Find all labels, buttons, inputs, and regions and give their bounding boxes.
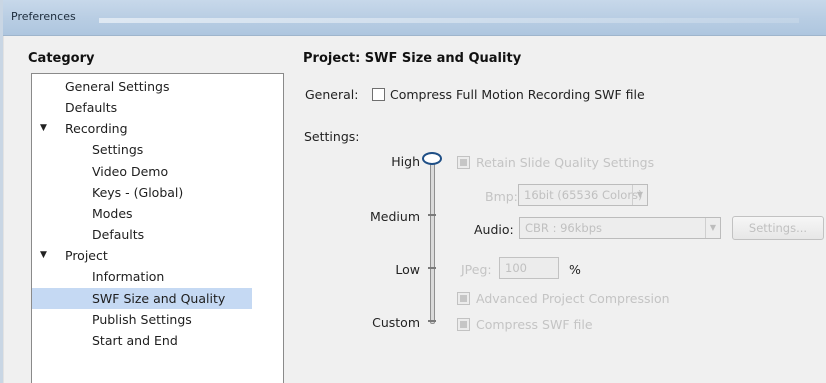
dropdown-arrow-icon: ▼	[705, 218, 720, 238]
quality-level-low: Low	[395, 262, 420, 277]
compress-full-motion-checkbox[interactable]	[372, 88, 385, 101]
panel-title: Project: SWF Size and Quality	[303, 51, 522, 66]
jpeg-label: JPeg:	[461, 262, 492, 277]
slider-tick-low	[428, 267, 436, 269]
window-title: Preferences	[11, 10, 76, 23]
advanced-compression-checkbox[interactable]	[457, 292, 470, 305]
quality-level-medium: Medium	[370, 209, 420, 224]
category-tree[interactable]: General Settings Defaults ▼ Recording Se…	[31, 73, 284, 383]
jpeg-quality-field[interactable]: 100	[499, 257, 559, 279]
tree-item-recording[interactable]: ▼ Recording	[32, 118, 283, 139]
title-bar[interactable]: Preferences	[3, 0, 826, 36]
quality-level-custom: Custom	[372, 315, 420, 330]
audio-settings-button[interactable]: Settings...	[732, 216, 824, 240]
tree-item-video-demo[interactable]: Video Demo	[92, 161, 168, 182]
tree-item-recording-settings[interactable]: Settings	[92, 139, 143, 160]
retain-slide-quality-checkbox[interactable]	[457, 156, 470, 169]
category-heading: Category	[28, 51, 95, 66]
tree-item-information[interactable]: Information	[92, 266, 164, 287]
retain-slide-quality-label: Retain Slide Quality Settings	[476, 155, 655, 170]
quality-slider-handle[interactable]	[422, 152, 442, 165]
general-label: General:	[305, 87, 359, 102]
tree-item-modes[interactable]: Modes	[92, 203, 133, 224]
tree-item-defaults[interactable]: Defaults	[65, 97, 117, 118]
dialog-content: Category General Settings Defaults ▼ Rec…	[3, 36, 826, 383]
quality-slider-track[interactable]	[430, 160, 435, 324]
advanced-compression-label: Advanced Project Compression	[476, 291, 670, 306]
tree-item-swf-size-and-quality[interactable]: SWF Size and Quality	[32, 288, 252, 309]
dropdown-arrow-icon: ▼	[632, 185, 647, 205]
tree-item-recording-defaults[interactable]: Defaults	[92, 224, 144, 245]
tree-item-general-settings[interactable]: General Settings	[65, 76, 170, 97]
preferences-window: Preferences Category General Settings De…	[0, 0, 826, 383]
compress-full-motion-label[interactable]: Compress Full Motion Recording SWF file	[390, 87, 645, 102]
audio-label: Audio:	[474, 222, 514, 237]
percent-label: %	[569, 262, 581, 277]
audio-select[interactable]: CBR : 96kbps ▼	[519, 217, 721, 239]
bmp-select[interactable]: 16bit (65536 Colors) ▼	[518, 184, 648, 206]
compress-swf-checkbox[interactable]	[457, 318, 470, 331]
tree-item-project[interactable]: ▼ Project	[32, 245, 283, 266]
slider-tick-custom	[428, 320, 436, 322]
quality-level-high: High	[391, 154, 420, 169]
compress-swf-label: Compress SWF file	[476, 317, 593, 332]
tree-item-keys-global[interactable]: Keys - (Global)	[92, 182, 183, 203]
title-bar-decoration	[99, 18, 799, 23]
expand-arrow-icon[interactable]: ▼	[40, 118, 50, 139]
expand-arrow-icon[interactable]: ▼	[40, 245, 50, 266]
bmp-label: Bmp:	[485, 189, 518, 204]
tree-item-start-and-end[interactable]: Start and End	[92, 330, 178, 351]
tree-item-publish-settings[interactable]: Publish Settings	[92, 309, 192, 330]
slider-tick-medium	[428, 214, 436, 216]
settings-label: Settings:	[304, 129, 360, 144]
